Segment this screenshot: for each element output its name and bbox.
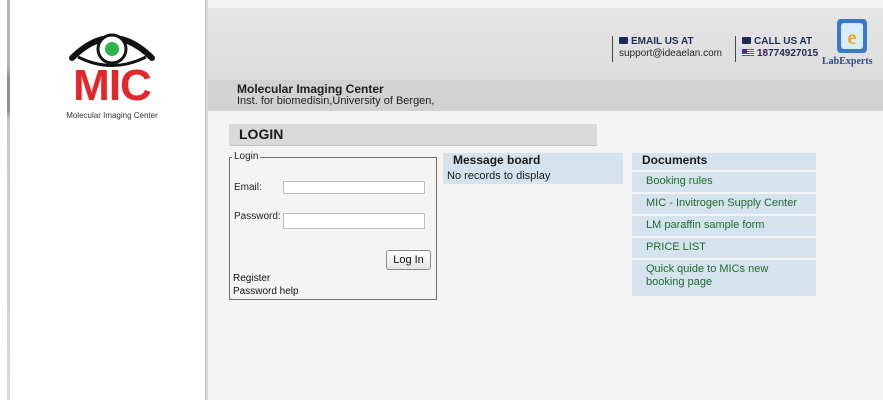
message-board-title: Message board xyxy=(453,153,541,167)
phone-number: 18774927015 xyxy=(757,48,819,59)
email-contact: EMAIL US AT support@ideaelan.com xyxy=(612,36,722,62)
documents-title: Documents xyxy=(642,153,708,167)
message-board-header: Message board xyxy=(443,153,623,167)
logo-wordmark: MIC xyxy=(73,61,152,110)
top-header: EMAIL US AT support@ideaelan.com CALL US… xyxy=(208,8,883,80)
org-institute: Inst. for biomedisin,University of Berge… xyxy=(237,95,435,107)
phone-contact: CALL US AT 18774927015 xyxy=(735,36,818,62)
password-help-link[interactable]: Password help xyxy=(233,286,299,297)
email-label: EMAIL US AT xyxy=(631,36,694,47)
us-flag-icon xyxy=(742,49,754,56)
organization-band: Molecular Imaging Center Inst. for biome… xyxy=(208,80,883,111)
svg-text:e: e xyxy=(848,27,857,49)
mail-icon xyxy=(619,37,628,44)
phone-label: CALL US AT xyxy=(754,36,813,47)
documents-panel: Documents Booking rules MIC - Invitrogen… xyxy=(632,153,816,298)
document-link[interactable]: LM paraffin sample form xyxy=(632,216,816,236)
phone-icon xyxy=(742,37,751,44)
password-field[interactable] xyxy=(283,213,425,229)
email-field-label: Email: xyxy=(234,182,262,193)
left-border xyxy=(7,0,10,400)
message-board-empty: No records to display xyxy=(447,170,551,182)
email-link[interactable]: support@ideaelan.com xyxy=(619,48,722,60)
message-board-body: No records to display xyxy=(443,167,623,184)
login-button[interactable]: Log In xyxy=(386,250,431,270)
document-link[interactable]: MIC - Invitrogen Supply Center xyxy=(632,194,816,214)
documents-header: Documents xyxy=(632,153,816,170)
email-field[interactable] xyxy=(283,181,425,194)
document-link[interactable]: PRICE LIST xyxy=(632,238,816,258)
login-title-bar: LOGIN xyxy=(229,124,597,146)
document-link[interactable]: Booking rules xyxy=(632,172,816,192)
password-field-label: Password: xyxy=(234,211,281,222)
login-legend: Login xyxy=(232,151,261,162)
login-title: LOGIN xyxy=(239,126,284,142)
register-link[interactable]: Register xyxy=(233,273,270,284)
logo-subtitle: Molecular Imaging Center xyxy=(66,111,158,120)
login-fieldset: Login Email: Password: Log In Register P… xyxy=(229,151,437,300)
labexperts-wordmark: LabExperts xyxy=(822,56,873,67)
document-link[interactable]: Quick quide to MICs new booking page xyxy=(632,260,816,296)
org-name: Molecular Imaging Center xyxy=(237,82,384,96)
